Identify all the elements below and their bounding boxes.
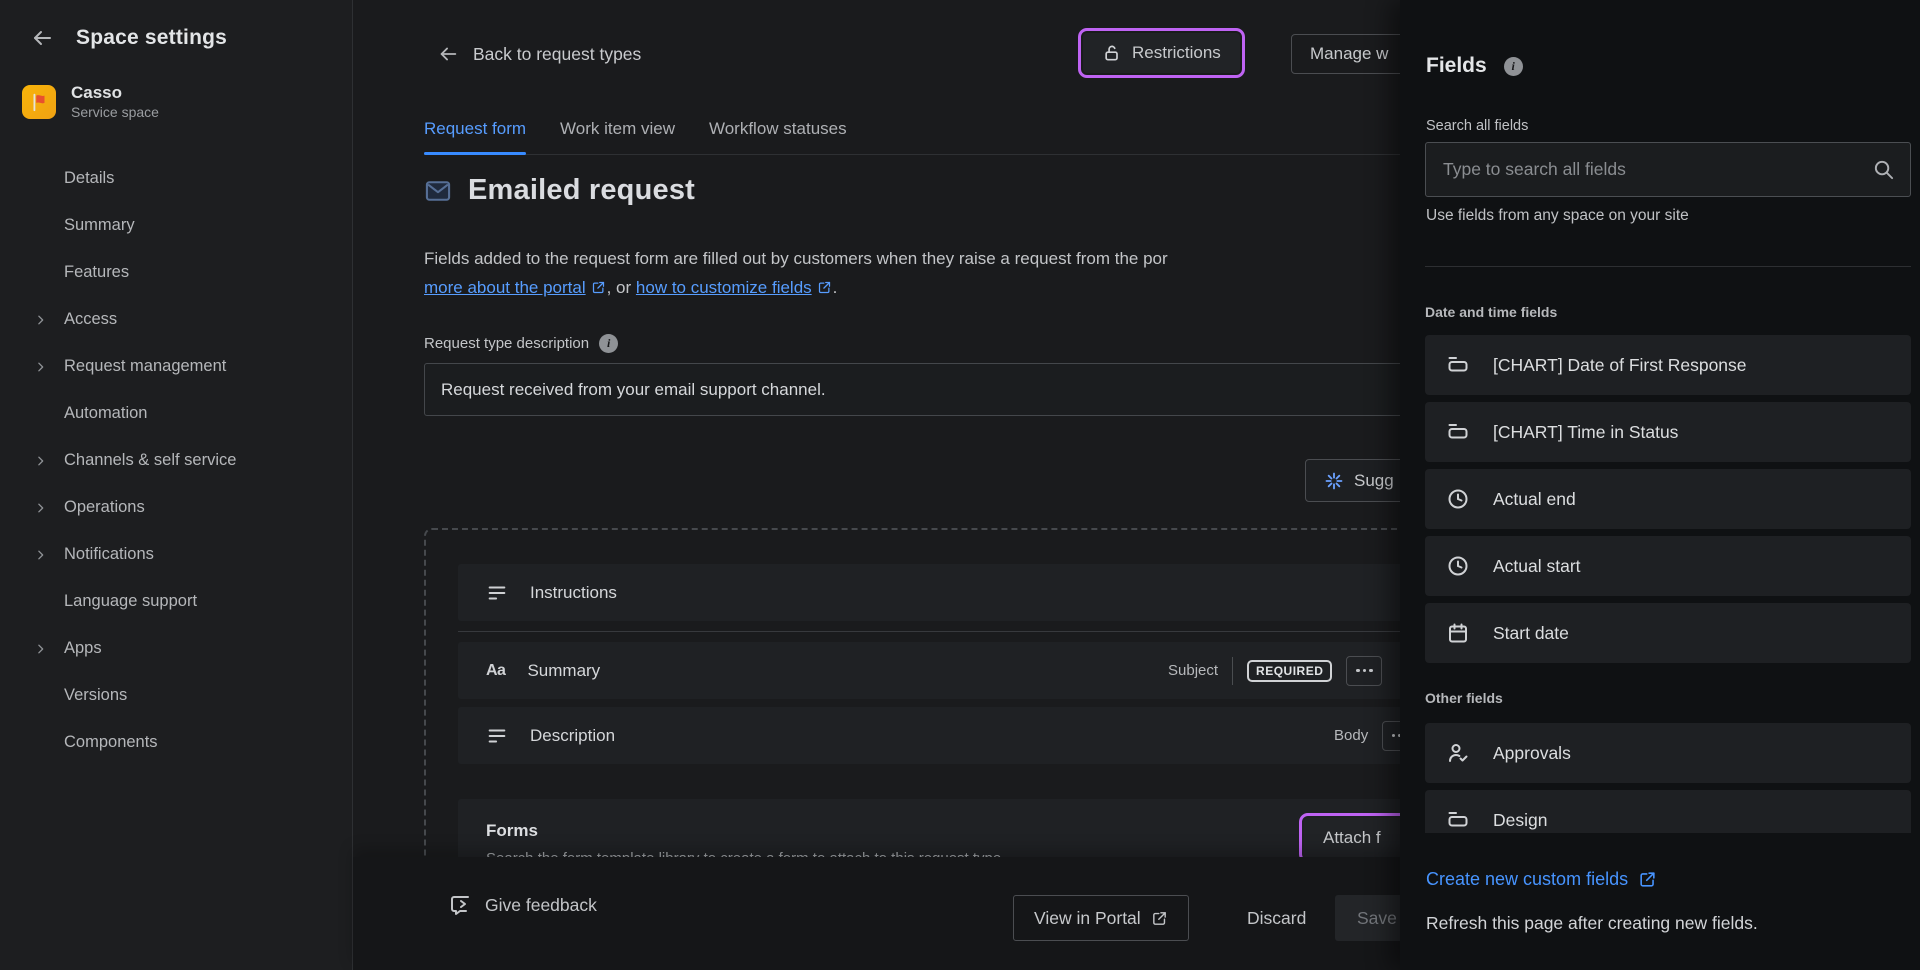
- sidebar-item-automation[interactable]: Automation: [0, 390, 352, 437]
- sparkle-icon: [1324, 471, 1344, 491]
- chevron-right-icon: [34, 360, 47, 373]
- section-title-other: Other fields: [1425, 690, 1911, 706]
- refresh-note: Refresh this page after creating new fie…: [1426, 913, 1758, 934]
- align-left-icon: [486, 725, 508, 747]
- vertical-divider: [1232, 657, 1233, 685]
- external-link-icon: [1151, 910, 1168, 927]
- email-icon: [424, 177, 452, 205]
- tab-request-form[interactable]: Request form: [424, 117, 526, 141]
- clock-icon: [1446, 554, 1470, 578]
- text-style-icon: Aa: [486, 662, 505, 680]
- info-icon[interactable]: i: [1504, 57, 1523, 76]
- search-all-fields-label: Search all fields: [1426, 118, 1528, 134]
- section-title-date-time: Date and time fields: [1425, 304, 1911, 320]
- field-item-design[interactable]: Design: [1425, 790, 1911, 833]
- date-widget-icon: [1446, 420, 1470, 444]
- date-widget-icon: [1446, 808, 1470, 832]
- customize-fields-link[interactable]: how to customize fields: [636, 278, 812, 297]
- sidebar-item-notifications[interactable]: Notifications: [0, 531, 352, 578]
- required-badge: REQUIRED: [1247, 660, 1332, 682]
- panel-divider: [1425, 266, 1911, 267]
- sidebar-item-language-support[interactable]: Language support: [0, 578, 352, 625]
- form-row-summary[interactable]: Aa Summary Subject REQUIRED: [458, 642, 1560, 699]
- calendar-icon: [1446, 621, 1470, 645]
- row-divider: [458, 631, 1560, 632]
- intro-paragraph: Fields added to the request form are fil…: [424, 244, 1168, 302]
- fields-panel: Fields i Search all fields Use fields fr…: [1400, 0, 1920, 970]
- view-in-portal-button[interactable]: View in Portal: [1013, 895, 1189, 941]
- fields-list: Date and time fields [CHART] Date of Fir…: [1425, 304, 1911, 833]
- tab-work-item-view[interactable]: Work item view: [560, 117, 675, 141]
- chevron-right-icon: [34, 313, 47, 326]
- sidebar-header: Space settings: [0, 0, 352, 52]
- description-label: Request type description: [424, 335, 589, 352]
- space-info: Casso Service space: [22, 82, 352, 121]
- sidebar-item-summary[interactable]: Summary: [0, 202, 352, 249]
- field-item-chart-time-in-status[interactable]: [CHART] Time in Status: [1425, 402, 1911, 462]
- sidebar-nav: Details Summary Features Access Request …: [0, 155, 352, 766]
- chevron-right-icon: [34, 454, 47, 467]
- unlock-icon: [1102, 43, 1122, 63]
- sidebar-item-features[interactable]: Features: [0, 249, 352, 296]
- mapping-label: Body: [1334, 727, 1368, 744]
- form-row-description[interactable]: Description Body: [458, 707, 1560, 764]
- form-row-instructions[interactable]: Instructions: [458, 564, 1560, 621]
- request-type-title-row: Emailed request: [424, 174, 695, 207]
- fields-panel-title: Fields: [1426, 54, 1487, 78]
- external-link-icon: [1638, 870, 1657, 889]
- sidebar-item-operations[interactable]: Operations: [0, 484, 352, 531]
- more-menu-button[interactable]: [1346, 656, 1382, 686]
- sidebar-item-request-management[interactable]: Request management: [0, 343, 352, 390]
- field-item-actual-start[interactable]: Actual start: [1425, 536, 1911, 596]
- field-item-chart-date-of-first-response[interactable]: [CHART] Date of First Response: [1425, 335, 1911, 395]
- back-to-request-types-link[interactable]: Back to request types: [437, 43, 641, 65]
- align-left-icon: [486, 582, 508, 604]
- field-item-approvals[interactable]: Approvals: [1425, 723, 1911, 783]
- description-label-row: Request type description i: [424, 334, 618, 353]
- space-type: Service space: [71, 103, 159, 121]
- request-type-title: Emailed request: [468, 174, 695, 207]
- more-about-portal-link[interactable]: more about the portal: [424, 278, 586, 297]
- space-settings-sidebar: Space settings Casso Service space Detai…: [0, 0, 353, 970]
- external-link-icon: [817, 280, 832, 295]
- give-feedback-button[interactable]: Give feedback: [448, 893, 597, 917]
- chevron-right-icon: [34, 642, 47, 655]
- restrictions-button[interactable]: Restrictions: [1083, 33, 1240, 73]
- sidebar-item-details[interactable]: Details: [0, 155, 352, 202]
- approvals-icon: [1446, 741, 1470, 765]
- discard-button[interactable]: Discard: [1233, 895, 1320, 941]
- sidebar-item-access[interactable]: Access: [0, 296, 352, 343]
- search-input[interactable]: [1425, 142, 1911, 197]
- chevron-right-icon: [34, 548, 47, 561]
- field-item-actual-end[interactable]: Actual end: [1425, 469, 1911, 529]
- clock-icon: [1446, 487, 1470, 511]
- external-link-icon: [591, 280, 606, 295]
- date-widget-icon: [1446, 353, 1470, 377]
- sidebar-item-channels-self-service[interactable]: Channels & self service: [0, 437, 352, 484]
- back-arrow-icon[interactable]: [28, 24, 56, 52]
- feedback-icon: [448, 893, 472, 917]
- chevron-right-icon: [34, 501, 47, 514]
- page-title: Space settings: [76, 26, 227, 50]
- sidebar-item-apps[interactable]: Apps: [0, 625, 352, 672]
- space-name: Casso: [71, 82, 159, 103]
- sidebar-item-versions[interactable]: Versions: [0, 672, 352, 719]
- fields-panel-header: Fields i: [1400, 0, 1920, 78]
- summary-row-meta: Subject REQUIRED: [1168, 642, 1382, 699]
- mapping-label: Subject: [1168, 662, 1218, 679]
- field-item-start-date[interactable]: Start date: [1425, 603, 1911, 663]
- create-custom-fields-link[interactable]: Create new custom fields: [1426, 869, 1657, 890]
- sidebar-item-components[interactable]: Components: [0, 719, 352, 766]
- search-helper-text: Use fields from any space on your site: [1426, 207, 1689, 225]
- space-flag-icon: [22, 85, 56, 119]
- info-icon[interactable]: i: [599, 334, 618, 353]
- arrow-left-icon: [437, 43, 459, 65]
- tab-workflow-statuses[interactable]: Workflow statuses: [709, 117, 847, 141]
